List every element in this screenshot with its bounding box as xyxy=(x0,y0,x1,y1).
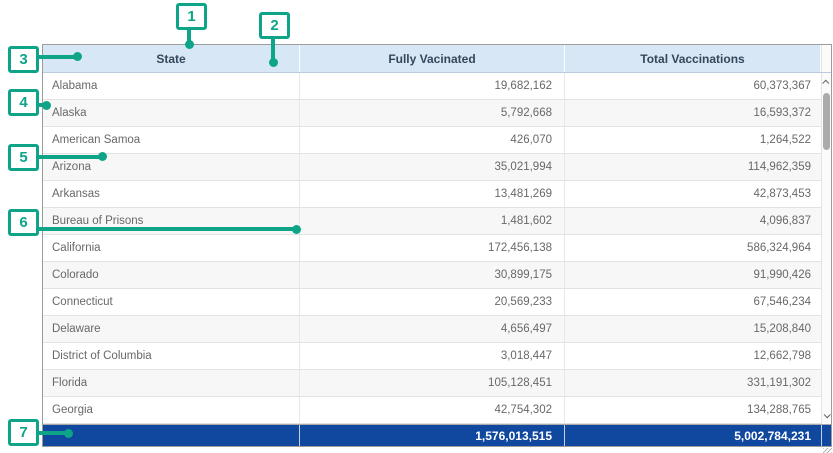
header-scrollbar-corner xyxy=(821,45,831,72)
cell-total-vaccinations: 15,208,840 xyxy=(565,316,821,342)
cell-total-vaccinations: 1,264,522 xyxy=(565,127,821,153)
callout-7-dot xyxy=(64,429,73,438)
cell-state: Delaware xyxy=(43,316,300,342)
cell-fully-vaccinated: 42,754,302 xyxy=(300,397,565,423)
column-header-state[interactable]: State xyxy=(43,45,300,72)
annotated-table-screenshot: State Fully Vacinated Total Vaccinations… xyxy=(0,0,833,453)
table-rows: Alabama 19,682,162 60,373,367 Alaska 5,7… xyxy=(43,73,821,424)
callout-1-badge: 1 xyxy=(176,3,207,30)
cell-fully-vaccinated: 30,899,175 xyxy=(300,262,565,288)
cell-total-vaccinations: 586,324,964 xyxy=(565,235,821,261)
callout-6-badge: 6 xyxy=(8,209,39,236)
cell-fully-vaccinated: 105,128,451 xyxy=(300,370,565,396)
cell-fully-vaccinated: 19,682,162 xyxy=(300,73,565,99)
table-total-row: 1,576,013,515 5,002,784,231 xyxy=(43,424,831,446)
cell-fully-vaccinated: 35,021,994 xyxy=(300,154,565,180)
chevron-up-icon xyxy=(822,79,829,86)
callout-6-line xyxy=(38,227,293,231)
table-row[interactable]: Alabama 19,682,162 60,373,367 xyxy=(43,73,821,100)
cell-total-vaccinations: 12,662,798 xyxy=(565,343,821,369)
cell-total-vaccinations: 4,096,837 xyxy=(565,208,821,234)
cell-state: Georgia xyxy=(43,397,300,423)
cell-fully-vaccinated: 1,481,602 xyxy=(300,208,565,234)
callout-4-dot xyxy=(42,101,51,110)
callout-7-badge: 7 xyxy=(8,419,39,446)
cell-state: Florida xyxy=(43,370,300,396)
scroll-down-button[interactable] xyxy=(822,408,831,422)
callout-1-dot xyxy=(185,40,194,49)
table-row[interactable]: Arizona 35,021,994 114,962,359 xyxy=(43,154,821,181)
resize-grip-icon[interactable] xyxy=(823,448,832,453)
cell-state: Arkansas xyxy=(43,181,300,207)
cell-total-vaccinations: 331,191,302 xyxy=(565,370,821,396)
callout-4-badge: 4 xyxy=(8,89,39,116)
cell-total-vaccinations: 16,593,372 xyxy=(565,100,821,126)
scroll-up-button[interactable] xyxy=(822,75,831,89)
cell-fully-vaccinated: 172,456,138 xyxy=(300,235,565,261)
cell-fully-vaccinated: 4,656,497 xyxy=(300,316,565,342)
table-row[interactable]: American Samoa 426,070 1,264,522 xyxy=(43,127,821,154)
callout-2-dot xyxy=(269,58,278,67)
vaccinations-list-table: State Fully Vacinated Total Vaccinations… xyxy=(42,44,832,447)
table-row[interactable]: Alaska 5,792,668 16,593,372 xyxy=(43,100,821,127)
callout-3-dot xyxy=(73,52,82,61)
vertical-scrollbar[interactable] xyxy=(821,73,831,424)
total-cell-total-vaccinations: 5,002,784,231 xyxy=(565,425,821,446)
cell-total-vaccinations: 114,962,359 xyxy=(565,154,821,180)
cell-state: Colorado xyxy=(43,262,300,288)
total-cell-fully-vaccinated: 1,576,013,515 xyxy=(300,425,565,446)
cell-state: Alaska xyxy=(43,100,300,126)
table-header-row: State Fully Vacinated Total Vaccinations xyxy=(43,45,831,73)
cell-state: District of Columbia xyxy=(43,343,300,369)
table-row[interactable]: Florida 105,128,451 331,191,302 xyxy=(43,370,821,397)
cell-state: Alabama xyxy=(43,73,300,99)
callout-2-badge: 2 xyxy=(259,12,290,39)
total-cell-state xyxy=(43,425,300,446)
table-row[interactable]: Delaware 4,656,497 15,208,840 xyxy=(43,316,821,343)
cell-total-vaccinations: 60,373,367 xyxy=(565,73,821,99)
cell-fully-vaccinated: 20,569,233 xyxy=(300,289,565,315)
callout-5-dot xyxy=(98,152,107,161)
cell-state: California xyxy=(43,235,300,261)
table-row[interactable]: Arkansas 13,481,269 42,873,453 xyxy=(43,181,821,208)
cell-fully-vaccinated: 426,070 xyxy=(300,127,565,153)
cell-total-vaccinations: 134,288,765 xyxy=(565,397,821,423)
table-row[interactable]: Georgia 42,754,302 134,288,765 xyxy=(43,397,821,424)
table-row[interactable]: District of Columbia 3,018,447 12,662,79… xyxy=(43,343,821,370)
cell-total-vaccinations: 42,873,453 xyxy=(565,181,821,207)
table-row[interactable]: Connecticut 20,569,233 67,546,234 xyxy=(43,289,821,316)
cell-fully-vaccinated: 13,481,269 xyxy=(300,181,565,207)
table-row[interactable]: Colorado 30,899,175 91,990,426 xyxy=(43,262,821,289)
table-body-viewport: Alabama 19,682,162 60,373,367 Alaska 5,7… xyxy=(43,73,831,424)
callout-3-badge: 3 xyxy=(8,46,39,73)
scrollbar-thumb[interactable] xyxy=(823,93,830,150)
callout-5-line xyxy=(38,155,100,159)
callout-6-dot xyxy=(292,225,301,234)
cell-state: Connecticut xyxy=(43,289,300,315)
chevron-down-icon xyxy=(824,411,831,418)
callout-7-line xyxy=(39,431,66,435)
column-header-fully-vaccinated[interactable]: Fully Vacinated xyxy=(300,45,565,72)
callout-2-line xyxy=(271,39,275,60)
cell-state: American Samoa xyxy=(43,127,300,153)
column-header-total-vaccinations[interactable]: Total Vaccinations xyxy=(565,45,821,72)
callout-5-badge: 5 xyxy=(8,144,39,171)
cell-total-vaccinations: 91,990,426 xyxy=(565,262,821,288)
cell-total-vaccinations: 67,546,234 xyxy=(565,289,821,315)
total-row-scrollbar-cap xyxy=(821,425,831,446)
callout-3-line xyxy=(38,55,78,59)
cell-fully-vaccinated: 5,792,668 xyxy=(300,100,565,126)
cell-fully-vaccinated: 3,018,447 xyxy=(300,343,565,369)
table-row[interactable]: California 172,456,138 586,324,964 xyxy=(43,235,821,262)
